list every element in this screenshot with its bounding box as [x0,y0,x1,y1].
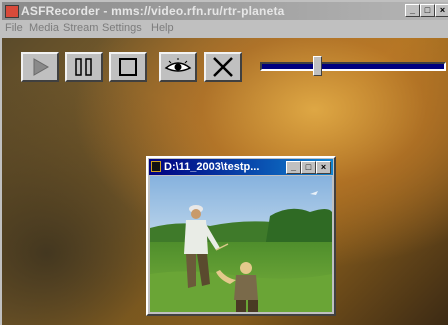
video-frame-image [150,176,332,312]
video-minimize-button[interactable]: _ [286,161,301,174]
play-icon [33,58,50,76]
minimize-button[interactable]: _ [405,4,420,17]
menu-bar: File Media Stream Settings Help [2,20,448,37]
volume-slider-track[interactable] [260,62,446,71]
stop-icon [119,58,137,76]
stop-button[interactable] [109,52,147,82]
video-close-button[interactable]: × [316,161,331,174]
video-maximize-button[interactable]: □ [301,161,316,174]
video-title-bar[interactable]: D:\11_2003\testp... _ □ × [149,159,333,175]
menu-media[interactable]: Media [29,22,59,34]
play-button[interactable] [21,52,59,82]
close-stream-button[interactable] [204,52,242,82]
media-file-icon [151,161,161,172]
menu-file[interactable]: File [5,22,23,34]
pause-button[interactable] [65,52,103,82]
close-button[interactable]: × [435,4,448,17]
menu-settings[interactable]: Settings [102,22,142,34]
eye-icon [164,58,192,72]
title-bar[interactable]: ASFRecorder - mms://video.rfn.ru/rtr-pla… [2,2,448,20]
menu-stream[interactable]: Stream [63,22,98,34]
video-window[interactable]: D:\11_2003\testp... _ □ × [146,156,336,316]
menu-help[interactable]: Help [151,22,174,34]
video-frame [150,176,332,312]
volume-slider-thumb[interactable] [313,56,323,76]
view-button[interactable] [159,52,197,82]
main-window: ASFRecorder - mms://video.rfn.ru/rtr-pla… [0,0,448,325]
close-x-icon [213,57,233,77]
app-icon [5,5,19,18]
content-area: D:\11_2003\testp... _ □ × [2,38,448,325]
window-title: ASFRecorder - mms://video.rfn.ru/rtr-pla… [21,4,285,18]
video-window-title: D:\11_2003\testp... [164,161,260,173]
maximize-button[interactable]: □ [420,4,435,17]
pause-icon [75,58,92,76]
